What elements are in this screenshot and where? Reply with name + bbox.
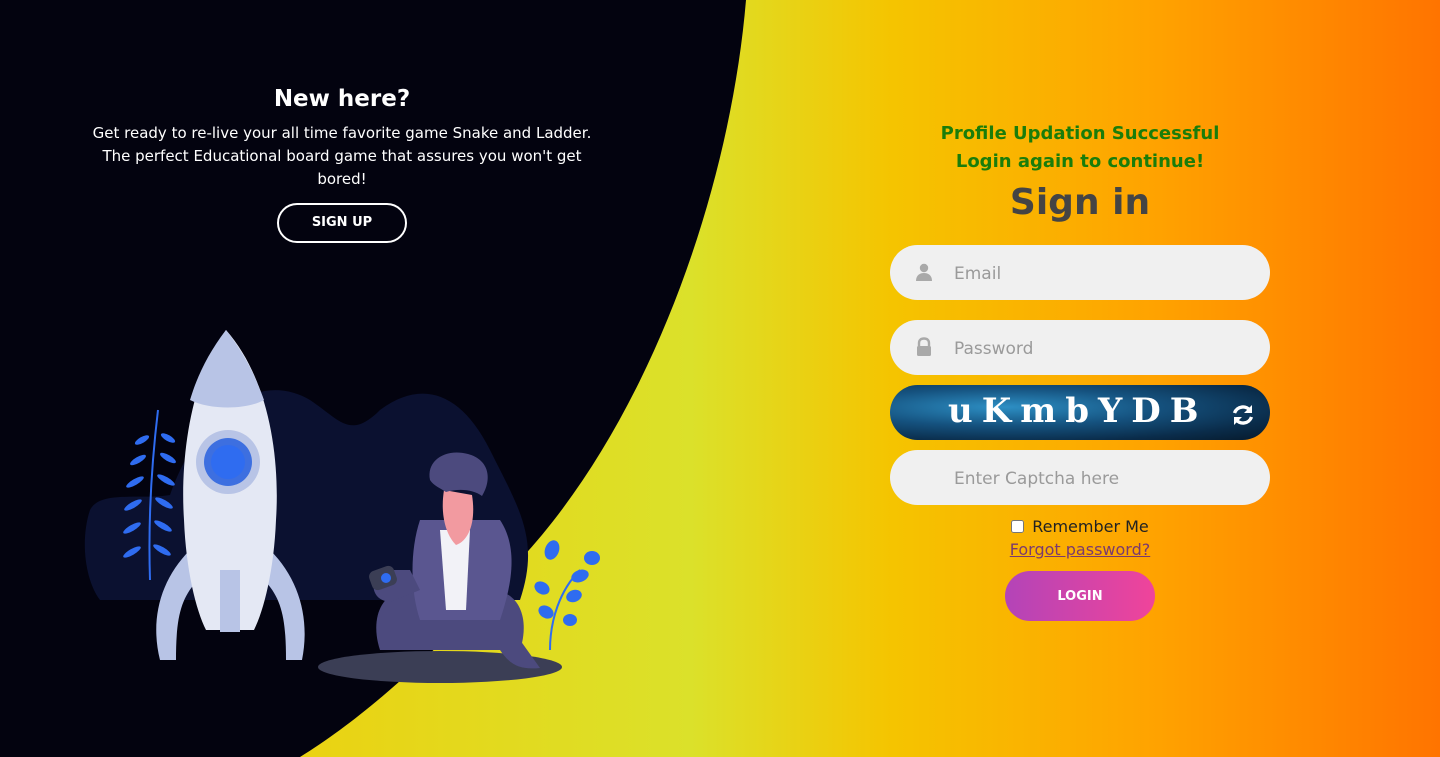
remember-me-checkbox[interactable] (1011, 520, 1025, 533)
signin-panel: Profile Updation Successful Login again … (890, 120, 1270, 621)
password-field (890, 320, 1270, 377)
password-input[interactable] (952, 320, 1246, 377)
signup-description: Get ready to re-live your all time favor… (92, 124, 592, 188)
captcha-text: uKmbYDB (948, 391, 1208, 431)
login-button[interactable]: LOGIN (1005, 571, 1155, 621)
remember-me-label: Remember Me (1032, 517, 1149, 536)
rocket-illustration (84, 330, 600, 683)
signup-button[interactable]: SIGN UP (277, 203, 407, 243)
captcha-input[interactable] (952, 450, 1246, 507)
login-page: New here? Get ready to re-live your all … (0, 0, 1440, 757)
refresh-icon[interactable] (1230, 402, 1256, 428)
captcha-image: uKmbYDB (890, 385, 1270, 440)
signup-heading: New here? (273, 86, 411, 112)
success-message-line-2: Login again to continue! (955, 151, 1205, 172)
success-message-line-1: Profile Updation Successful (940, 123, 1220, 144)
email-field (890, 245, 1270, 302)
email-input[interactable] (952, 245, 1246, 302)
right-plant (534, 540, 600, 651)
remember-me: Remember Me (890, 517, 1270, 536)
captcha-field (890, 450, 1270, 507)
signin-heading: Sign in (1009, 182, 1151, 223)
user-icon (916, 263, 932, 281)
lock-icon (917, 337, 931, 356)
forgot-password-link[interactable]: Forgot password? (1010, 540, 1150, 559)
signup-panel: New here? Get ready to re-live your all … (72, 86, 612, 243)
left-plant (123, 409, 176, 581)
